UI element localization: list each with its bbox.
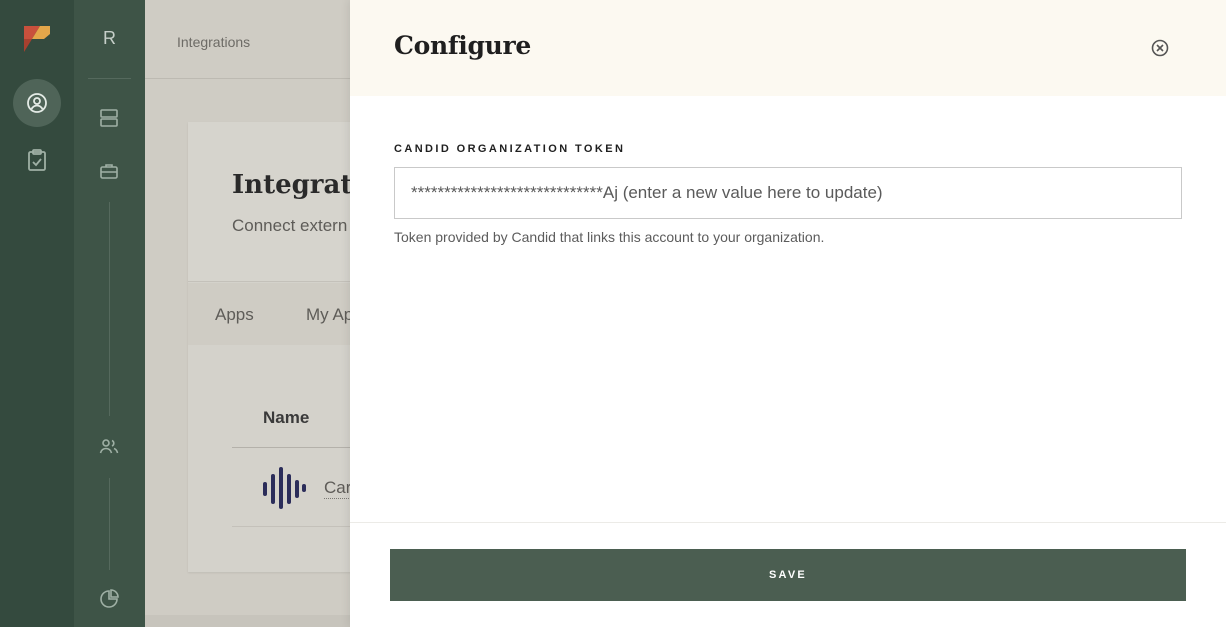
primary-sidebar [0,0,74,627]
tab-my-apps[interactable]: My Ap [306,305,353,325]
briefcase-icon [100,164,118,179]
save-button[interactable]: SAVE [390,549,1186,601]
users-icon [99,439,119,454]
card-subtitle: Connect extern [232,216,348,235]
pie-chart-icon [100,589,119,608]
database-button[interactable] [98,107,120,129]
database-icon [100,109,118,127]
drawer-header: Configure [350,0,1226,96]
briefcase-button[interactable] [98,160,120,182]
token-input[interactable] [394,167,1182,219]
user-search-icon [27,93,47,113]
configure-drawer: Configure CANDID ORGANIZATION TOKEN Toke… [350,0,1226,627]
rail-connector [109,202,110,416]
logo-icon[interactable] [22,24,52,54]
tasks-button[interactable] [13,136,61,184]
token-help-text: Token provided by Candid that links this… [394,229,825,245]
clipboard-check-icon [28,149,46,171]
footer-divider [350,522,1226,523]
drawer-title: Configure [394,31,532,60]
user-search-button[interactable] [13,79,61,127]
close-icon[interactable] [1150,38,1170,58]
divider [88,78,131,79]
token-field-label: CANDID ORGANIZATION TOKEN [394,143,626,155]
users-button[interactable] [98,435,120,457]
app-name-link[interactable]: Car [324,478,352,499]
candid-logo-icon [263,467,306,509]
rail-connector [109,478,110,570]
breadcrumb[interactable]: Integrations [177,34,250,50]
workspace-initial[interactable]: R [74,28,145,49]
tab-apps[interactable]: Apps [215,305,254,325]
table-header-name[interactable]: Name [263,408,309,428]
reports-button[interactable] [98,588,120,610]
